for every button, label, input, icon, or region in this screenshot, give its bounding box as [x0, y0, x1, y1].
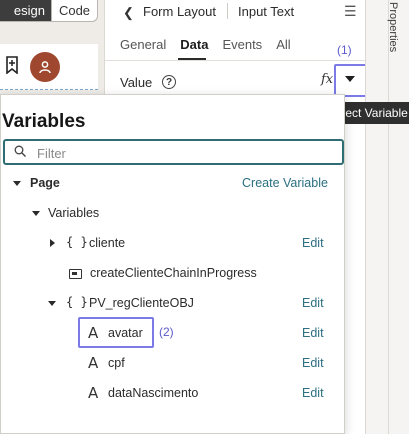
variable-name[interactable]: cpf	[108, 356, 125, 370]
chain-type-icon	[69, 269, 82, 279]
hamburger-menu-icon[interactable]: ☰	[344, 3, 357, 20]
bookmark-add-icon[interactable]	[5, 56, 19, 74]
tree-row-cliente[interactable]: { } cliente Edit	[1, 233, 346, 255]
caret-down-icon[interactable]	[32, 211, 40, 216]
variables-label: Variables	[48, 206, 100, 220]
tabs-divider	[105, 60, 365, 61]
variable-name[interactable]: dataNascimento	[108, 386, 198, 400]
properties-tabs: General Data Events All	[120, 37, 291, 52]
string-type-icon: A	[88, 384, 99, 402]
breadcrumb-divider	[227, 3, 228, 19]
breadcrumb-form-layout[interactable]: Form Layout	[143, 4, 216, 19]
tab-general[interactable]: General	[120, 37, 166, 52]
rail-divider	[388, 0, 389, 434]
filter-input[interactable]	[37, 143, 337, 163]
edit-link[interactable]: Edit	[302, 386, 324, 400]
callout-marker-2: (2)	[159, 325, 174, 339]
properties-header: ❮ Form Layout Input Text ☰	[105, 0, 365, 24]
chevron-left-icon[interactable]: ❮	[123, 5, 134, 21]
user-icon	[39, 61, 51, 74]
object-type-icon: { }	[66, 295, 88, 309]
properties-vertical-tab[interactable]: Properties	[387, 2, 399, 52]
tree-row-cpf[interactable]: A cpf Edit	[1, 353, 346, 375]
caret-down-icon[interactable]	[48, 301, 56, 306]
tab-all[interactable]: All	[276, 37, 290, 52]
tree-row-page: Page Create Variable	[1, 173, 346, 195]
tree-row-pv-reg-cliente[interactable]: { } PV_regClienteOBJ Edit	[1, 293, 346, 315]
variable-name[interactable]: PV_regClienteOBJ	[89, 296, 194, 310]
filter-field[interactable]	[3, 139, 344, 165]
avatar-highlight-box	[78, 317, 154, 348]
page-label: Page	[30, 176, 60, 190]
string-type-icon: A	[88, 354, 99, 372]
help-icon[interactable]: ?	[162, 75, 176, 89]
code-tab[interactable]: Code	[51, 0, 97, 21]
edit-link[interactable]: Edit	[302, 356, 324, 370]
search-icon	[14, 145, 26, 157]
design-tab[interactable]: esign	[0, 0, 51, 21]
edit-link[interactable]: Edit	[302, 236, 324, 250]
tree-row-variables: Variables	[1, 203, 346, 225]
breadcrumb-input-text: Input Text	[238, 4, 295, 19]
variable-name[interactable]: createClienteChainInProgress	[90, 266, 257, 280]
value-field-label: Value	[120, 75, 153, 90]
edit-link[interactable]: Edit	[302, 326, 324, 340]
right-side-rail	[365, 0, 409, 434]
popup-title: Variables	[2, 111, 86, 132]
caret-down-icon[interactable]	[13, 181, 21, 186]
tree-row-chain[interactable]: createClienteChainInProgress	[1, 263, 346, 285]
caret-down-icon	[345, 76, 355, 82]
avatar[interactable]	[30, 52, 60, 82]
tree-row-data-nascimento[interactable]: A dataNascimento Edit	[1, 383, 346, 405]
caret-right-icon[interactable]	[50, 239, 55, 247]
callout-marker-1: (1)	[337, 43, 352, 57]
edit-link[interactable]: Edit	[302, 296, 324, 310]
variables-popup: Variables Page Create Variable Variables…	[0, 94, 345, 434]
create-variable-link[interactable]: Create Variable	[242, 176, 328, 190]
select-variable-button[interactable]	[334, 64, 367, 97]
fx-expression-icon[interactable]: fx	[321, 72, 333, 87]
variable-name[interactable]: cliente	[89, 236, 125, 250]
mode-switcher: esign Code	[0, 0, 98, 22]
tab-data[interactable]: Data	[180, 37, 208, 52]
object-type-icon: { }	[66, 235, 88, 249]
tab-events[interactable]: Events	[222, 37, 262, 52]
